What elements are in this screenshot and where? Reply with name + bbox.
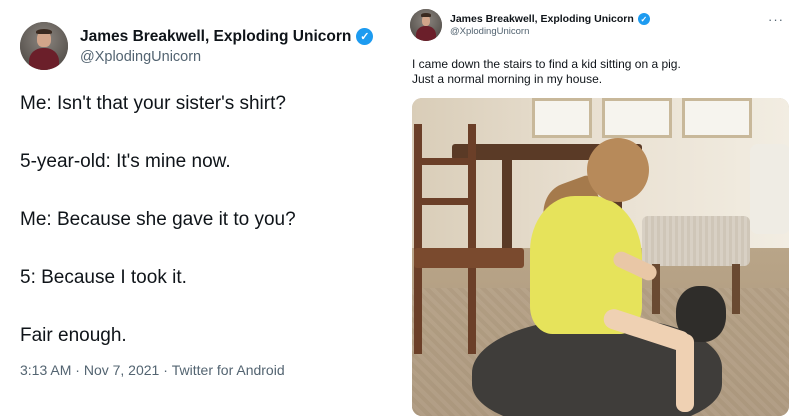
tweet-line: 5-year-old: It's mine now.: [20, 151, 231, 172]
tweet-meta: 3:13 AM · Nov 7, 2021 · Twitter for Andr…: [20, 362, 285, 378]
verified-badge-icon: ✓: [356, 28, 374, 45]
tweet-date[interactable]: Nov 7, 2021: [84, 362, 160, 378]
author-handle[interactable]: @XplodingUnicorn: [80, 49, 373, 65]
verified-badge-icon: ✓: [637, 13, 650, 25]
author-name[interactable]: James Breakwell, Exploding Unicorn: [80, 28, 351, 46]
meta-separator: ·: [71, 362, 84, 378]
tweet-photo[interactable]: [412, 98, 789, 416]
tweet-line: 5: Because I took it.: [20, 267, 187, 288]
tweet-line: Me: Because she gave it to you?: [20, 209, 296, 230]
tweet-line: Fair enough.: [20, 325, 127, 346]
author-name[interactable]: James Breakwell, Exploding Unicorn: [450, 13, 634, 25]
tweet-time[interactable]: 3:13 AM: [20, 362, 71, 378]
author-handle[interactable]: @XplodingUnicorn: [450, 26, 650, 37]
avatar[interactable]: [410, 9, 442, 41]
tweet-line: I came down the stairs to find a kid sit…: [412, 57, 681, 71]
tweet-header: James Breakwell, Exploding Unicorn ✓ @Xp…: [20, 22, 374, 70]
avatar[interactable]: [20, 22, 68, 70]
tweet-body: Me: Isn't that your sister's shirt? 5-ye…: [20, 92, 296, 382]
meta-separator: ·: [159, 362, 172, 378]
divider: [397, 0, 399, 420]
tweet-source[interactable]: Twitter for Android: [172, 362, 285, 378]
more-options-icon[interactable]: ···: [768, 12, 784, 27]
tweet-line: Me: Isn't that your sister's shirt?: [20, 93, 286, 114]
tweet-right: James Breakwell, Exploding Unicorn ✓ @Xp…: [400, 0, 800, 420]
tweet-text: I came down the stairs to find a kid sit…: [412, 57, 681, 87]
tweet-header: James Breakwell, Exploding Unicorn ✓ @Xp…: [410, 9, 650, 41]
tweet-left: James Breakwell, Exploding Unicorn ✓ @Xp…: [0, 0, 395, 420]
tweet-line: Just a normal morning in my house.: [412, 72, 603, 86]
